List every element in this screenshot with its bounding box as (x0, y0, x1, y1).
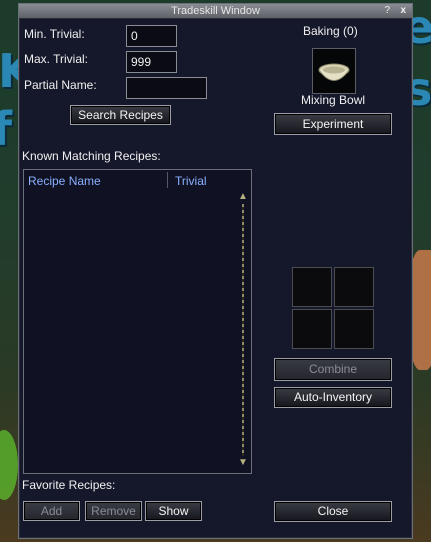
scroll-down-icon[interactable]: ▼ (238, 458, 248, 468)
known-recipes-label: Known Matching Recipes: (22, 149, 161, 163)
auto-inventory-button[interactable]: Auto-Inventory (274, 387, 392, 408)
experiment-button[interactable]: Experiment (274, 113, 392, 135)
bg-text: f (0, 102, 13, 156)
recipe-list-scrollbar[interactable]: ▲ ▼ (238, 192, 248, 468)
remove-favorite-button[interactable]: Remove (85, 501, 142, 521)
mixing-bowl-slot[interactable] (312, 48, 356, 94)
scroll-track[interactable] (242, 204, 244, 456)
skill-label: Baking (0) (303, 24, 358, 38)
help-icon[interactable]: ? (384, 4, 390, 18)
column-header-recipe-name[interactable]: Recipe Name (28, 174, 101, 188)
partial-name-input[interactable] (126, 77, 207, 99)
close-icon[interactable]: x (400, 4, 406, 18)
min-trivial-input[interactable]: 0 (126, 25, 177, 47)
mixing-bowl-icon (318, 63, 350, 81)
close-button[interactable]: Close (274, 501, 392, 522)
search-recipes-button[interactable]: Search Recipes (70, 105, 171, 125)
tradeskill-window[interactable]: Tradeskill Window ? x Min. Trivial: 0 Ma… (18, 3, 413, 539)
window-title: Tradeskill Window (171, 5, 260, 17)
add-favorite-button[interactable]: Add (23, 501, 80, 521)
partial-name-label: Partial Name: (24, 78, 97, 92)
combine-slot[interactable] (292, 309, 332, 349)
combine-slots (292, 267, 376, 351)
show-favorites-button[interactable]: Show (145, 501, 202, 521)
title-bar[interactable]: Tradeskill Window ? x (19, 4, 412, 19)
max-trivial-label: Max. Trivial: (24, 52, 89, 66)
combine-slot[interactable] (292, 267, 332, 307)
column-separator (167, 172, 168, 188)
combine-slot[interactable] (334, 267, 374, 307)
scroll-up-icon[interactable]: ▲ (238, 192, 248, 202)
combine-button[interactable]: Combine (274, 358, 392, 381)
container-name: Mixing Bowl (301, 93, 366, 107)
max-trivial-input[interactable]: 999 (126, 51, 177, 73)
min-trivial-label: Min. Trivial: (24, 27, 85, 41)
column-header-trivial[interactable]: Trivial (175, 174, 207, 188)
recipe-list[interactable]: Recipe Name Trivial ▲ ▼ (23, 169, 252, 474)
combine-slot[interactable] (334, 309, 374, 349)
favorite-recipes-label: Favorite Recipes: (22, 478, 116, 492)
